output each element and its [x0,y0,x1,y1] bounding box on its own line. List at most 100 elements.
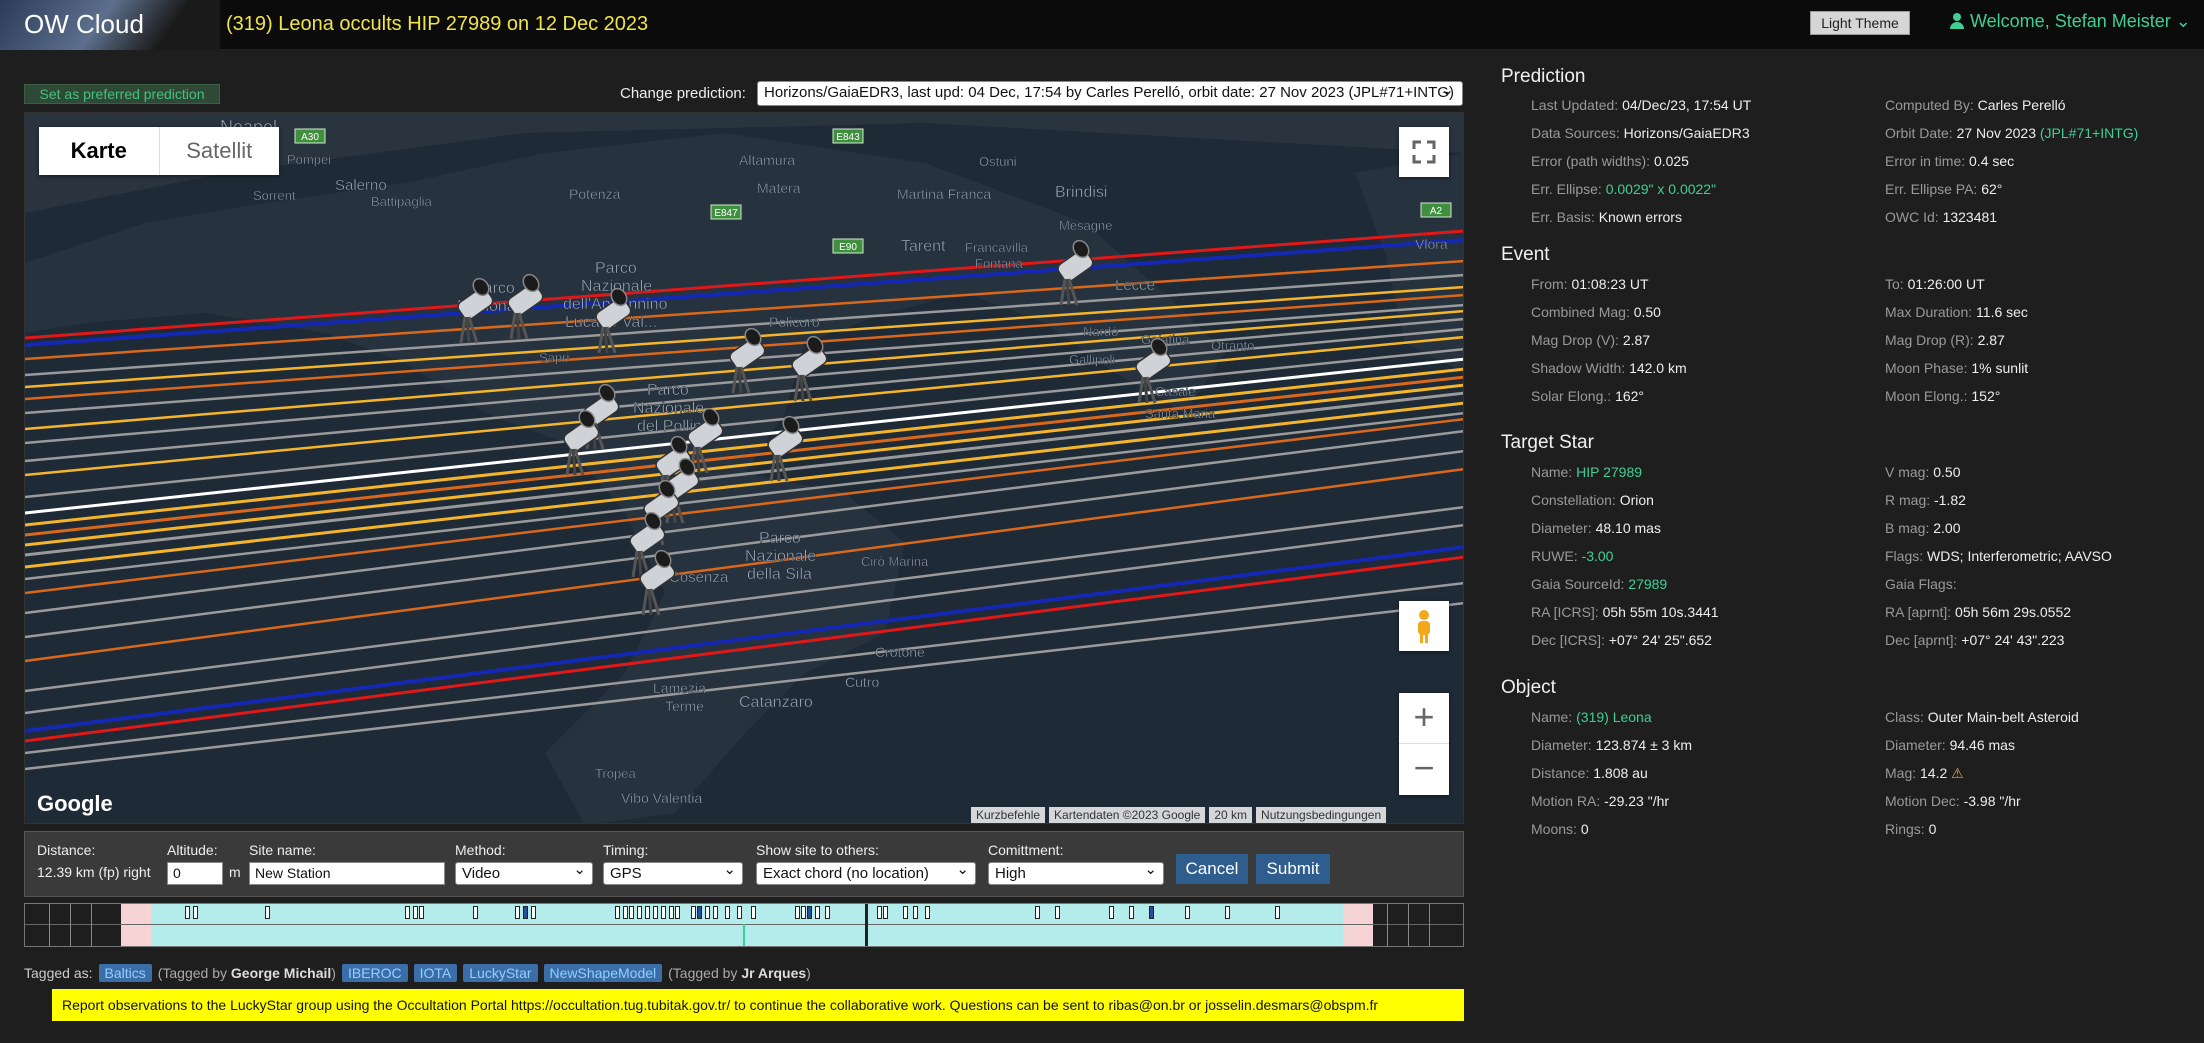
field-value: Outer Main-belt Asteroid [1927,709,2079,725]
timeline-station-marker[interactable] [1035,906,1040,919]
timeline-station-marker[interactable] [1149,906,1154,919]
field-label: Solar Elong.: [1531,388,1612,404]
zoom-in-button[interactable]: + [1399,693,1449,744]
light-theme-button[interactable]: Light Theme [1810,11,1910,35]
timeline-station-marker[interactable] [629,906,634,919]
timing-select[interactable]: GPS [603,860,743,885]
timeline-station-marker[interactable] [623,906,628,919]
timeline-station-marker[interactable] [473,906,478,919]
place-label: Sapri [539,350,569,365]
timeline-station-marker[interactable] [1109,906,1114,919]
tag-newshapemodel[interactable]: NewShapeModel [543,964,663,982]
timeline-station-marker[interactable] [193,906,198,919]
timeline-station-marker[interactable] [645,906,650,919]
field-value[interactable]: (319) Leona [1576,709,1652,725]
site-name-input[interactable]: New Station [249,862,445,885]
timeline-station-marker[interactable] [815,906,820,919]
commitment-select[interactable]: High [988,860,1164,885]
change-prediction-select[interactable]: Horizons/GaiaEDR3, last upd: 04 Dec, 17:… [757,80,1463,106]
timeline-station-marker[interactable] [1129,906,1134,919]
timeline-station-marker[interactable] [913,906,918,919]
timeline-station-marker[interactable] [737,906,742,919]
user-menu[interactable]: Welcome, Stefan Meister ⌄ [1950,11,2191,32]
show-site-select[interactable]: Exact chord (no location) [756,860,976,885]
timeline-station-marker[interactable] [265,906,270,919]
field-value[interactable]: 27989 [1628,576,1667,592]
timeline-station-marker[interactable] [713,906,718,919]
submit-button[interactable]: Submit [1256,854,1330,884]
object-left-row-1: Diameter: 123.874 ± 3 km [1531,737,1692,753]
map[interactable]: NeapelPompeiSalernoSorrentBattipagliaPot… [24,112,1464,824]
street-view-button[interactable] [1399,601,1449,651]
timeline-station-marker[interactable] [523,906,528,919]
timeline-station-marker[interactable] [807,906,812,919]
zoom-out-button[interactable]: − [1399,744,1449,795]
place-label: Lecce [1115,277,1155,294]
field-value: +07° 24' 43".223 [1961,632,2065,648]
field-value[interactable]: -3.00 [1582,548,1614,564]
star-right-row-3: Flags: WDS; Interferometric; AAVSO [1885,548,2112,564]
timeline-station-marker[interactable] [413,906,418,919]
timeline-station-marker[interactable] [795,906,800,919]
field-value[interactable]: HIP 27989 [1576,464,1642,480]
timeline-station-marker[interactable] [925,906,930,919]
timeline-station-marker[interactable] [801,906,806,919]
timeline-station-marker[interactable] [515,906,520,919]
timeline-station-marker[interactable] [705,906,710,919]
timeline-station-marker[interactable] [669,906,674,919]
field-label: Err. Ellipse PA: [1885,181,1978,197]
tag-baltics[interactable]: Baltics [98,964,152,982]
field-value: 14.2 [1920,765,1948,781]
map-type-map-button[interactable]: Karte [39,127,160,175]
orbit-source-link[interactable]: (JPL#71+INTG) [2040,125,2138,141]
timeline-station-marker[interactable] [653,906,658,919]
cancel-button[interactable]: Cancel [1176,854,1248,884]
field-value[interactable]: 0.0029" x 0.0022" [1606,181,1716,197]
place-label: Cirò Marina [861,554,929,569]
brand-logo[interactable]: OW Cloud [0,0,220,50]
scale-bar[interactable]: 20 km [1209,807,1253,823]
field-label: B mag: [1885,520,1930,536]
star-left-row-3: RUWE: -3.00 [1531,548,1613,564]
timeline-station-marker[interactable] [903,906,908,919]
timeline-station-marker[interactable] [883,906,888,919]
station-timeline[interactable] [24,903,1464,947]
field-label: Error (path widths): [1531,153,1651,169]
timeline-station-marker[interactable] [751,906,756,919]
event-right-row-0: To: 01:26:00 UT [1885,276,1985,292]
timeline-station-marker[interactable] [691,906,696,919]
map-canvas[interactable]: NeapelPompeiSalernoSorrentBattipagliaPot… [25,113,1464,824]
keyboard-shortcuts-link[interactable]: Kurzbefehle [971,807,1046,823]
timeline-station-marker[interactable] [661,906,666,919]
map-type-satellite-button[interactable]: Satellit [160,127,280,175]
tag-iberoc[interactable]: IBEROC [341,964,408,982]
timeline-station-marker[interactable] [185,906,190,919]
method-select[interactable]: Video [455,860,593,885]
user-icon [1950,13,1964,29]
timeline-station-marker[interactable] [615,906,620,919]
place-label: Parco [595,260,637,277]
tag-iota[interactable]: IOTA [413,964,458,982]
timeline-station-marker[interactable] [1185,906,1190,919]
timeline-station-marker[interactable] [877,906,882,919]
timeline-station-marker[interactable] [419,906,424,919]
timeline-station-marker[interactable] [1225,906,1230,919]
timeline-current-marker [865,904,868,946]
timeline-station-marker[interactable] [531,906,536,919]
altitude-input[interactable]: 0 [167,862,223,885]
set-preferred-button[interactable]: Set as preferred prediction [24,84,220,104]
timeline-station-marker[interactable] [637,906,642,919]
timeline-station-marker[interactable] [1055,906,1060,919]
timeline-station-marker[interactable] [1275,906,1280,919]
field-value: 27 Nov 2023 [1956,125,2036,141]
timeline-station-marker[interactable] [725,906,730,919]
timeline-station-marker[interactable] [697,906,702,919]
fullscreen-button[interactable] [1399,127,1449,177]
place-label: Otranto [1211,338,1254,353]
field-value: 1.808 au [1593,765,1648,781]
timeline-station-marker[interactable] [825,906,830,919]
terms-link[interactable]: Nutzungsbedingungen [1256,807,1387,823]
timeline-station-marker[interactable] [405,906,410,919]
timeline-station-marker[interactable] [675,906,680,919]
tag-luckystar[interactable]: LuckyStar [463,964,538,982]
